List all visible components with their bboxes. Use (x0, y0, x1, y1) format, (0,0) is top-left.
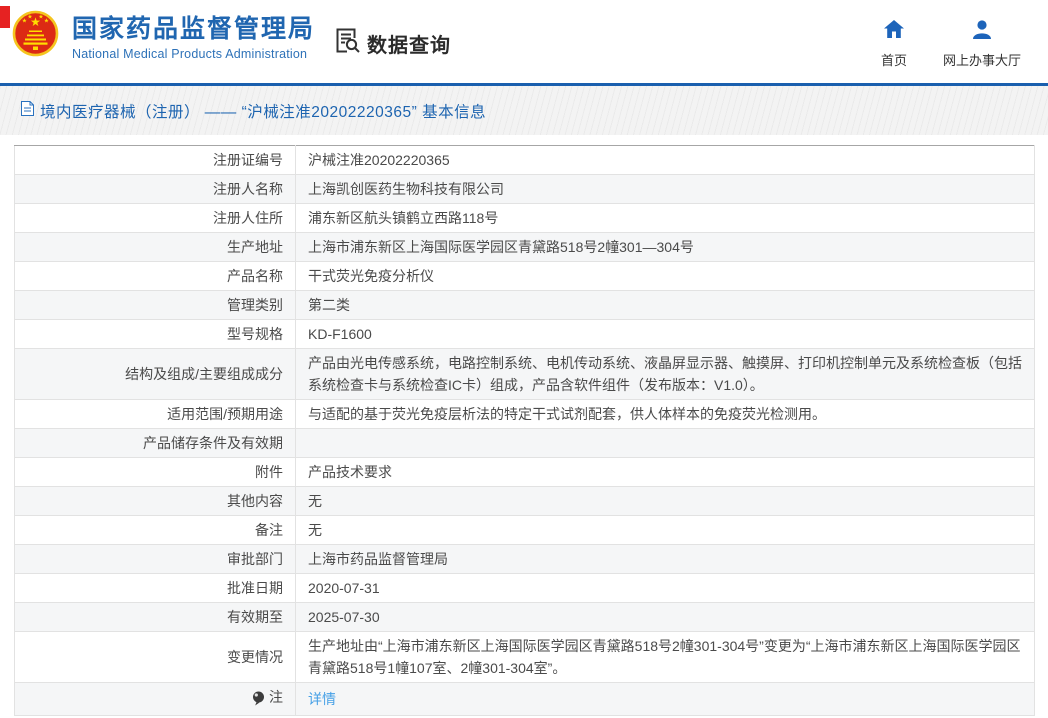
table-row: 其他内容 无 (15, 487, 1035, 516)
org-title-block: 国家药品监督管理局 National Medical Products Admi… (72, 15, 315, 61)
table-row: 注 详情 (15, 683, 1035, 716)
nav-service-hall[interactable]: 网上办事大厅 (932, 20, 1032, 69)
row-value: KD-F1600 (296, 320, 1035, 349)
table-row: 产品储存条件及有效期 (15, 429, 1035, 458)
row-label: 生产地址 (15, 233, 296, 262)
table-row: 生产地址 上海市浦东新区上海国际医学园区青黛路518号2幢301—304号 (15, 233, 1035, 262)
row-value: 2025-07-30 (296, 603, 1035, 632)
row-label: 变更情况 (15, 632, 296, 683)
row-value: 无 (296, 516, 1035, 545)
table-row: 备注 无 (15, 516, 1035, 545)
site-header: ★ ★ ★ ★ ★ 国家药品监督管理局 National Medical Pro… (0, 0, 1048, 86)
red-corner-marker (0, 6, 10, 28)
row-label: 批准日期 (15, 574, 296, 603)
row-label: 管理类别 (15, 291, 296, 320)
row-label: 注册人住所 (15, 204, 296, 233)
row-value: 与适配的基于荧光免疫层析法的特定干式试剂配套，供人体样本的免疫荧光检测用。 (296, 400, 1035, 429)
org-name-en: National Medical Products Administration (72, 47, 315, 61)
table-row: 管理类别 第二类 (15, 291, 1035, 320)
row-value: 上海凯创医药生物科技有限公司 (296, 175, 1035, 204)
row-label: 注册证编号 (15, 146, 296, 175)
row-label: 适用范围/预期用途 (15, 400, 296, 429)
row-label: 审批部门 (15, 545, 296, 574)
table-row: 适用范围/预期用途 与适配的基于荧光免疫层析法的特定干式试剂配套，供人体样本的免… (15, 400, 1035, 429)
row-label: 结构及组成/主要组成成分 (15, 349, 296, 400)
row-value: 产品技术要求 (296, 458, 1035, 487)
row-value: 上海市药品监督管理局 (296, 545, 1035, 574)
row-label: 产品储存条件及有效期 (15, 429, 296, 458)
row-value: 无 (296, 487, 1035, 516)
org-name-cn: 国家药品监督管理局 (72, 15, 315, 43)
table-row: 注册人名称 上海凯创医药生物科技有限公司 (15, 175, 1035, 204)
row-value: 上海市浦东新区上海国际医学园区青黛路518号2幢301—304号 (296, 233, 1035, 262)
table-row: 注册人住所 浦东新区航头镇鹤立西路118号 (15, 204, 1035, 233)
row-label-note: 注 (15, 683, 296, 716)
row-label: 附件 (15, 458, 296, 487)
row-value: 浦东新区航头镇鹤立西路118号 (296, 204, 1035, 233)
table-row: 有效期至 2025-07-30 (15, 603, 1035, 632)
row-value: 详情 (296, 683, 1035, 716)
table-row: 型号规格 KD-F1600 (15, 320, 1035, 349)
nav-home[interactable]: 首页 (866, 20, 922, 69)
table-row: 产品名称 干式荧光免疫分析仪 (15, 262, 1035, 291)
data-query-icon (334, 27, 361, 59)
home-icon (884, 20, 904, 39)
table-row: 变更情况 生产地址由“上海市浦东新区上海国际医学园区青黛路518号2幢301-3… (15, 632, 1035, 683)
breadcrumb-band: 境内医疗器械（注册） —— “沪械注准20202220365” 基本信息 (0, 86, 1048, 135)
table-row: 审批部门 上海市药品监督管理局 (15, 545, 1035, 574)
row-value (296, 429, 1035, 458)
data-query-section[interactable]: 数据查询 (334, 27, 451, 59)
user-icon (972, 20, 992, 39)
svg-text:★: ★ (44, 18, 49, 25)
svg-text:★: ★ (27, 14, 32, 21)
row-value: 产品由光电传感系统，电路控制系统、电机传动系统、液晶屏显示器、触摸屏、打印机控制… (296, 349, 1035, 400)
table-row: 结构及组成/主要组成成分 产品由光电传感系统，电路控制系统、电机传动系统、液晶屏… (15, 349, 1035, 400)
document-icon (21, 101, 34, 121)
info-table-wrap: 注册证编号 沪械注准20202220365 注册人名称 上海凯创医药生物科技有限… (14, 145, 1034, 716)
row-value: 生产地址由“上海市浦东新区上海国际医学园区青黛路518号2幢301-304号”变… (296, 632, 1035, 683)
page-title: 境内医疗器械（注册） —— “沪械注准20202220365” 基本信息 (40, 100, 486, 122)
row-label: 其他内容 (15, 487, 296, 516)
table-row: 附件 产品技术要求 (15, 458, 1035, 487)
nav-home-label: 首页 (866, 50, 922, 69)
row-label: 备注 (15, 516, 296, 545)
row-label: 注册人名称 (15, 175, 296, 204)
national-emblem-icon: ★ ★ ★ ★ ★ (12, 9, 59, 61)
table-row: 批准日期 2020-07-31 (15, 574, 1035, 603)
row-value: 第二类 (296, 291, 1035, 320)
row-label: 型号规格 (15, 320, 296, 349)
table-row: 注册证编号 沪械注准20202220365 (15, 146, 1035, 175)
data-query-title: 数据查询 (367, 29, 451, 58)
row-label: 有效期至 (15, 603, 296, 632)
row-value: 沪械注准20202220365 (296, 146, 1035, 175)
breadcrumb: 境内医疗器械（注册） —— “沪械注准20202220365” 基本信息 (0, 100, 486, 122)
info-table: 注册证编号 沪械注准20202220365 注册人名称 上海凯创医药生物科技有限… (14, 145, 1035, 716)
nav-service-hall-label: 网上办事大厅 (932, 50, 1032, 69)
row-value: 干式荧光免疫分析仪 (296, 262, 1035, 291)
detail-link[interactable]: 详情 (308, 691, 336, 707)
note-balloon-icon (252, 690, 265, 705)
row-label: 注 (269, 686, 283, 708)
row-value: 2020-07-31 (296, 574, 1035, 603)
row-label: 产品名称 (15, 262, 296, 291)
